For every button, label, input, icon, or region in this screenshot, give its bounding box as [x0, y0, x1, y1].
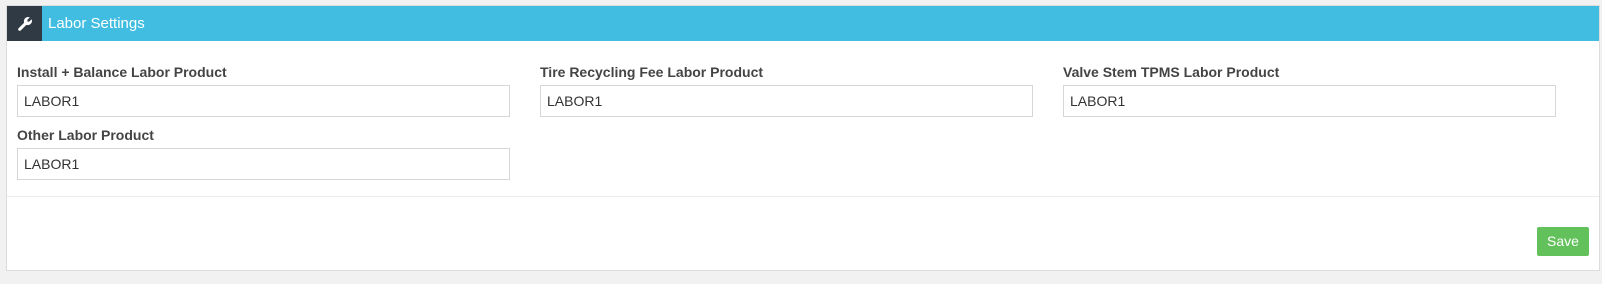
save-button[interactable]: Save	[1537, 227, 1589, 256]
install-balance-label: Install + Balance Labor Product	[17, 64, 227, 80]
valve-stem-tpms-field: Valve Stem TPMS Labor Product	[1063, 63, 1556, 117]
panel-header: Labor Settings	[7, 6, 1599, 41]
other-labor-field: Other Labor Product	[17, 126, 510, 180]
tire-recycling-label: Tire Recycling Fee Labor Product	[540, 64, 764, 80]
tire-recycling-field: Tire Recycling Fee Labor Product	[540, 63, 1033, 117]
other-labor-input[interactable]	[17, 148, 510, 180]
install-balance-input[interactable]	[17, 85, 510, 117]
panel-title: Labor Settings	[48, 15, 145, 32]
wrench-icon	[7, 6, 42, 41]
install-balance-field: Install + Balance Labor Product	[17, 63, 510, 117]
valve-stem-tpms-input[interactable]	[1063, 85, 1556, 117]
labor-settings-panel: Labor Settings Install + Balance Labor P…	[6, 5, 1600, 271]
footer-divider	[7, 196, 1599, 197]
other-labor-label: Other Labor Product	[17, 127, 154, 143]
valve-stem-tpms-label: Valve Stem TPMS Labor Product	[1063, 64, 1280, 80]
tire-recycling-input[interactable]	[540, 85, 1033, 117]
